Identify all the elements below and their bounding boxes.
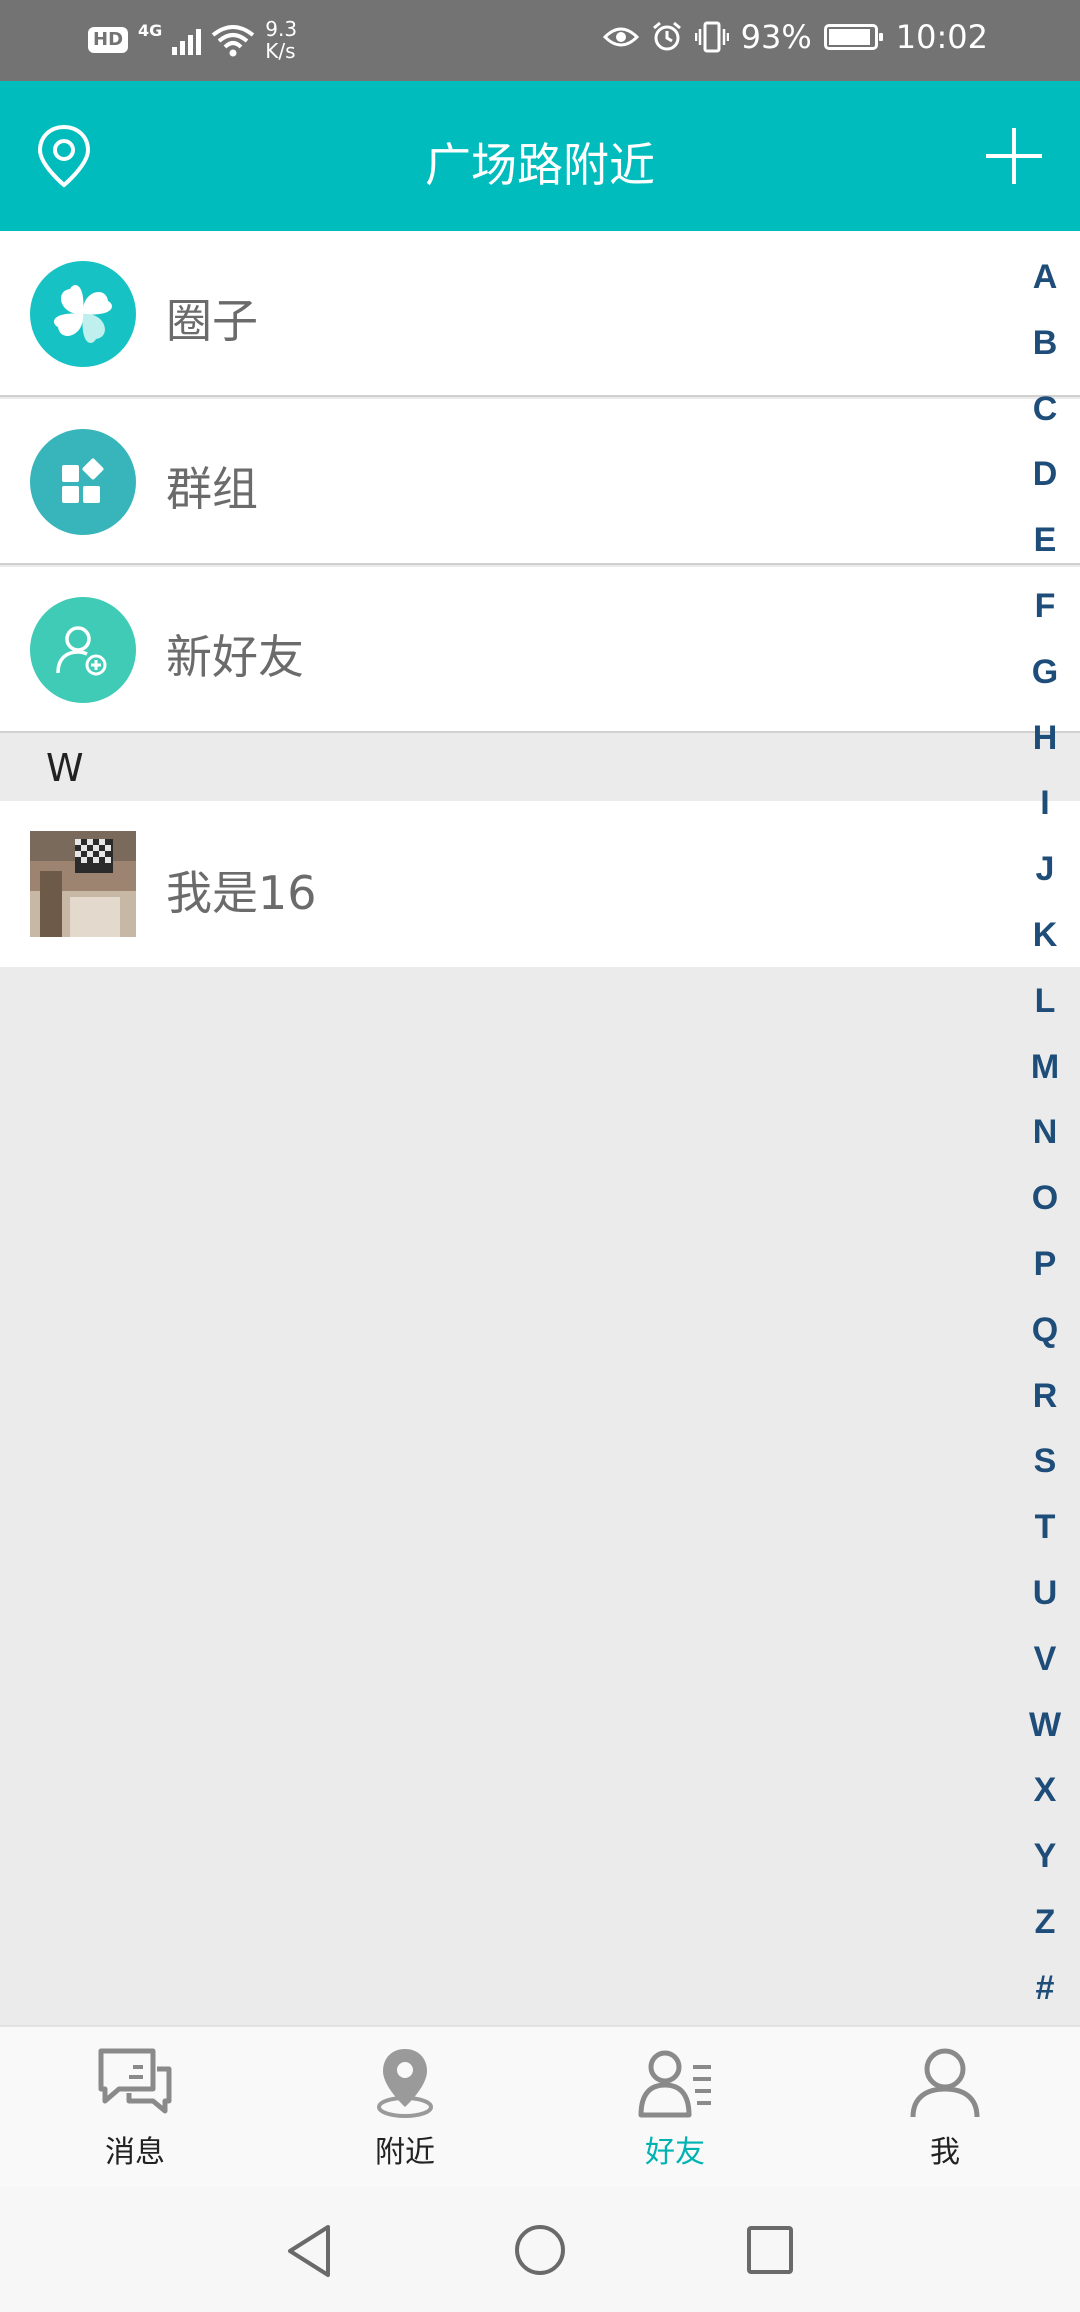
index-letter[interactable]: I: [1040, 786, 1049, 820]
battery-percent: 93%: [740, 18, 812, 56]
contact-name: 我是16: [166, 866, 317, 920]
map-pin-icon: [377, 2049, 433, 2118]
header-bar: 广场路附近: [0, 81, 1080, 231]
section-header: W: [0, 734, 1080, 801]
index-letter[interactable]: T: [1035, 1510, 1056, 1544]
bottom-tab-bar: 消息 附近 好友 我: [0, 2025, 1080, 2187]
eye-icon: [602, 27, 639, 47]
friends-list-icon: [638, 2050, 711, 2118]
page-title: 广场路附近: [425, 138, 655, 192]
add-friend-icon: [30, 597, 136, 703]
contact-row[interactable]: 我是16: [0, 801, 1080, 967]
index-letter[interactable]: Z: [1035, 1905, 1056, 1939]
index-letter[interactable]: D: [1033, 457, 1058, 491]
index-letter[interactable]: S: [1034, 1444, 1057, 1478]
vibrate-icon: [694, 21, 729, 53]
plus-icon[interactable]: [984, 126, 1044, 186]
apps-grid-icon: [30, 429, 136, 535]
system-nav-bar: [0, 2187, 1080, 2312]
tab-friends[interactable]: 好友: [540, 2027, 810, 2187]
index-letter[interactable]: L: [1035, 984, 1056, 1018]
index-letter[interactable]: H: [1033, 721, 1058, 755]
battery-icon: [823, 24, 883, 50]
back-icon[interactable]: [284, 2223, 334, 2279]
index-letter[interactable]: R: [1033, 1379, 1058, 1413]
alarm-icon: [652, 21, 681, 51]
index-letter[interactable]: E: [1034, 523, 1057, 557]
index-letter[interactable]: Y: [1034, 1839, 1057, 1873]
tab-label: 我: [930, 2135, 960, 2170]
index-letter[interactable]: X: [1034, 1773, 1057, 1807]
signal-icon: [172, 25, 202, 55]
index-letter[interactable]: B: [1033, 326, 1058, 360]
index-letter[interactable]: C: [1033, 392, 1058, 426]
menu-item-groups[interactable]: 群组: [0, 399, 1080, 565]
recents-icon[interactable]: [746, 2225, 794, 2275]
menu-item-label: 圈子: [166, 294, 258, 348]
index-letter[interactable]: M: [1031, 1050, 1059, 1084]
speed-value: 9.3: [265, 17, 298, 41]
chat-bubbles-icon: [98, 2048, 172, 2114]
tab-label: 消息: [105, 2135, 165, 2170]
tab-messages[interactable]: 消息: [0, 2027, 270, 2187]
network-type: 4G: [138, 20, 163, 40]
section-letter: W: [46, 746, 84, 790]
index-letter[interactable]: N: [1033, 1115, 1058, 1149]
avatar: [30, 831, 136, 937]
home-icon[interactable]: [513, 2223, 567, 2277]
index-letter[interactable]: A: [1033, 260, 1058, 294]
tab-me[interactable]: 我: [810, 2027, 1080, 2187]
index-letter[interactable]: O: [1032, 1181, 1058, 1215]
status-bar: HD 4G 9.3 K/s 93% 10:02: [0, 0, 1080, 81]
wifi-icon: [212, 25, 255, 57]
index-letter[interactable]: J: [1036, 852, 1055, 886]
network-speed: 9.3 K/s: [265, 18, 297, 62]
tab-label: 好友: [645, 2135, 705, 2170]
tab-label: 附近: [375, 2135, 435, 2170]
menu-item-label: 新好友: [166, 630, 304, 684]
index-letter[interactable]: F: [1035, 589, 1056, 623]
profile-icon: [910, 2048, 980, 2118]
clock: 10:02: [895, 18, 988, 56]
menu-item-label: 群组: [166, 462, 258, 516]
index-letter[interactable]: Q: [1032, 1313, 1058, 1347]
battery-level: [828, 29, 870, 45]
index-letter[interactable]: V: [1034, 1642, 1057, 1676]
clover-icon: [30, 261, 136, 367]
speed-unit: K/s: [265, 39, 296, 63]
alphabet-index[interactable]: A B C D E F G H I J K L M N O P Q R S T U V W X Y Z #: [1010, 240, 1080, 2025]
index-letter[interactable]: W: [1029, 1708, 1061, 1742]
index-letter[interactable]: P: [1034, 1247, 1057, 1281]
hd-badge: HD: [88, 27, 129, 53]
index-letter[interactable]: G: [1032, 655, 1058, 689]
index-letter[interactable]: U: [1033, 1576, 1058, 1610]
menu-item-new-friends[interactable]: 新好友: [0, 567, 1080, 733]
menu-item-circles[interactable]: 圈子: [0, 231, 1080, 397]
index-letter[interactable]: K: [1033, 918, 1058, 952]
index-letter[interactable]: #: [1036, 1971, 1055, 2005]
tab-nearby[interactable]: 附近: [270, 2027, 540, 2187]
